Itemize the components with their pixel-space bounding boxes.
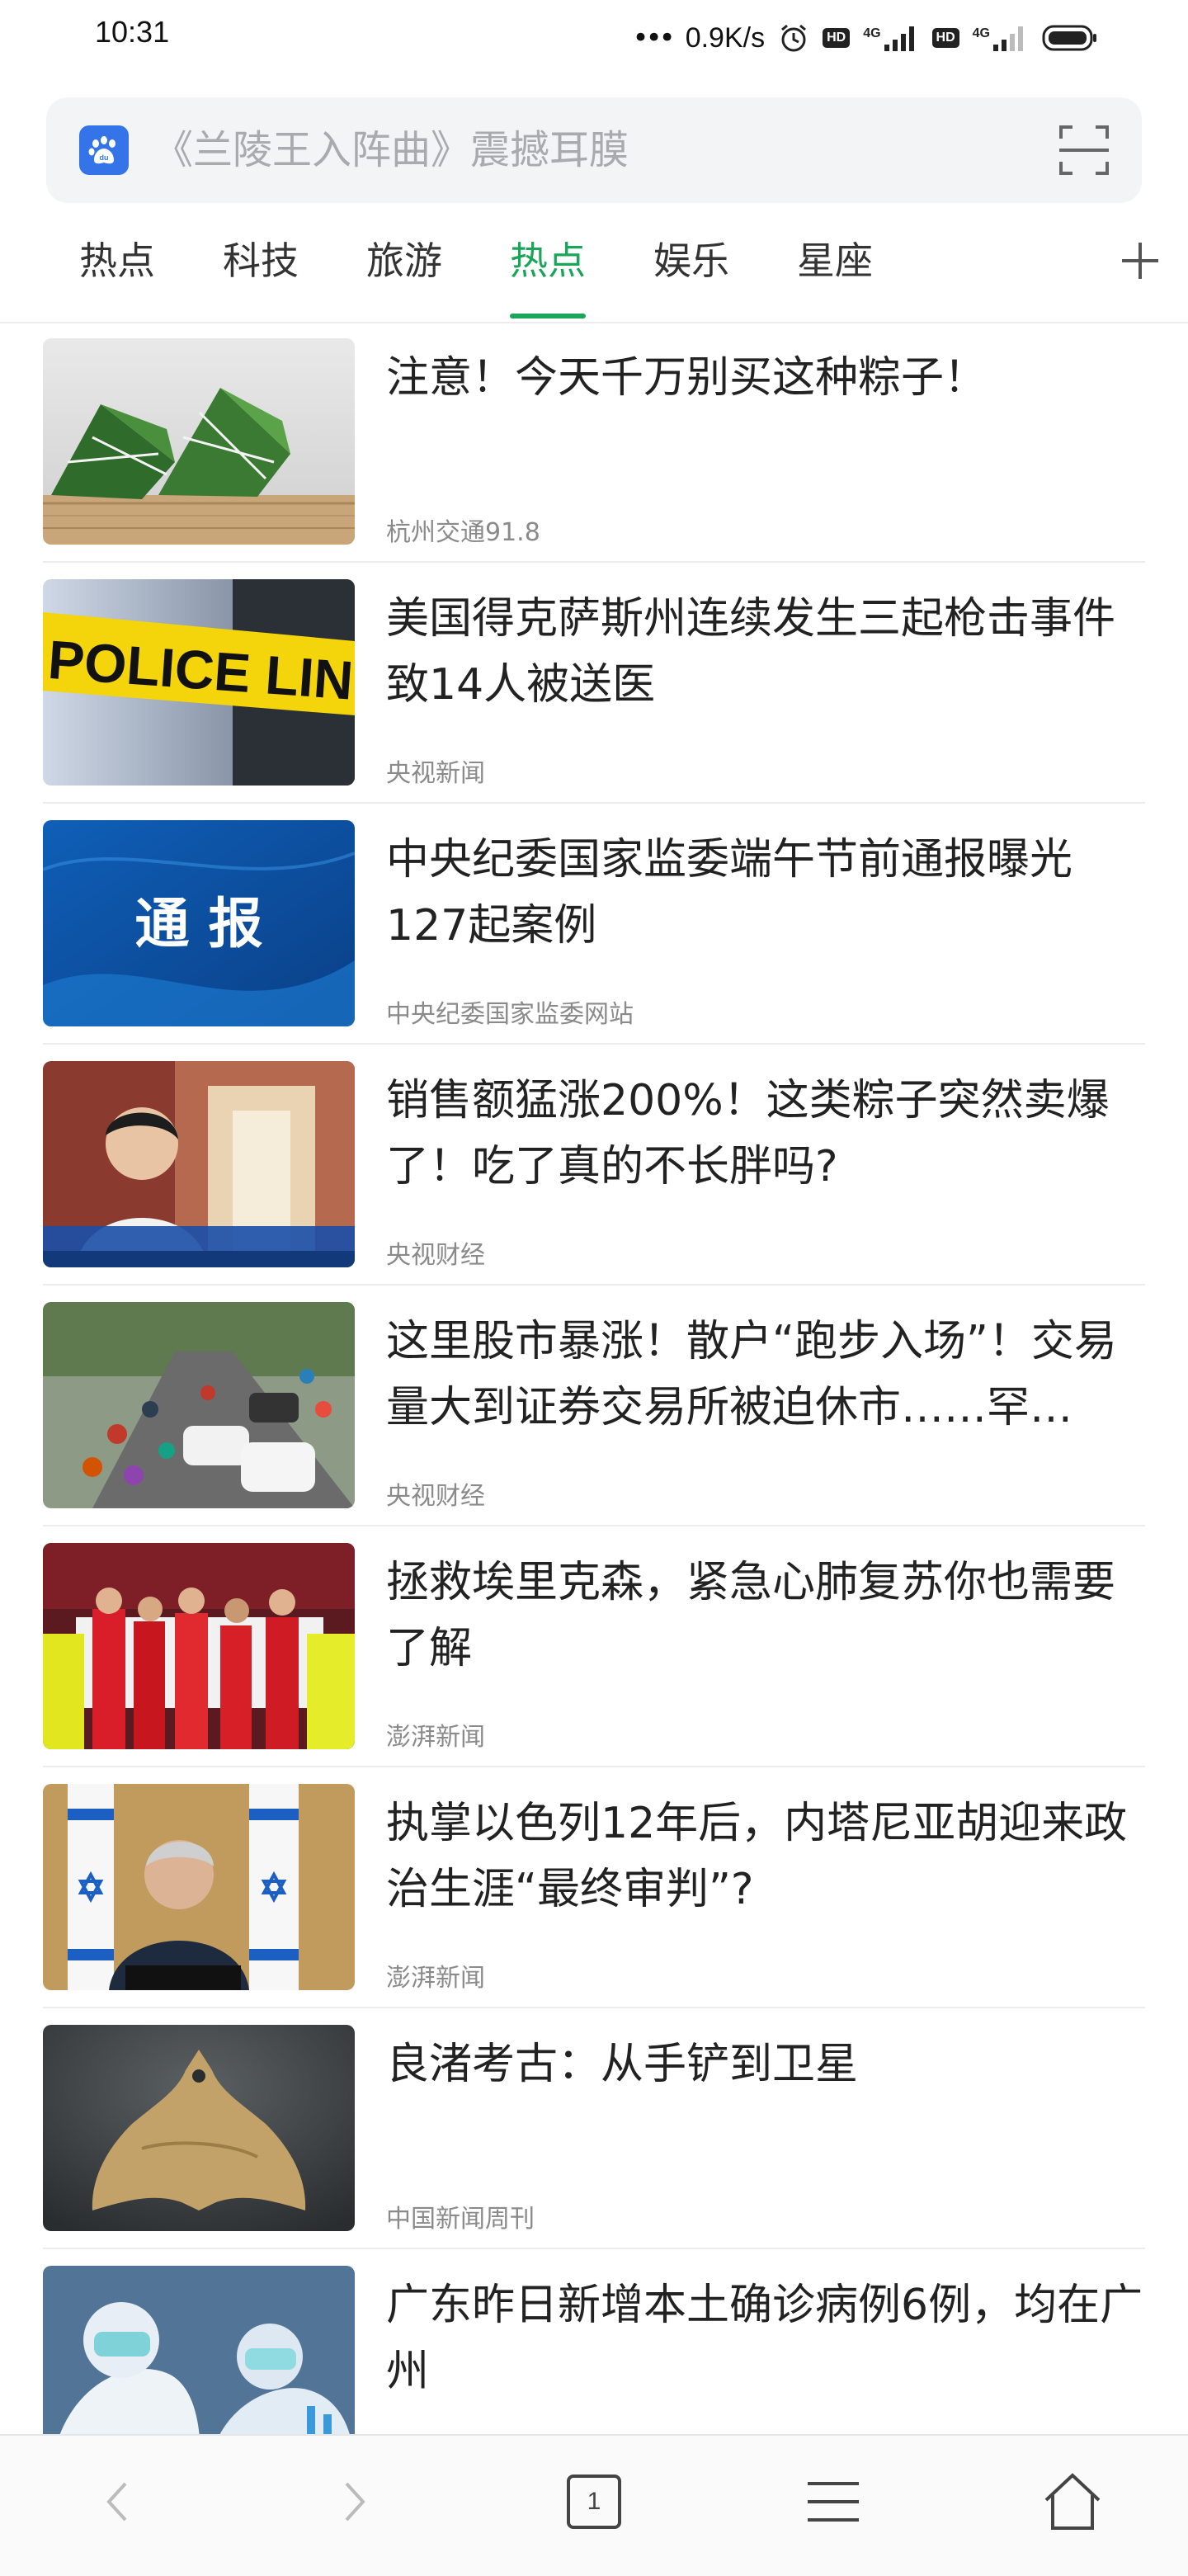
network-type: 4G	[863, 26, 881, 40]
status-icons: ••• 0.9K/s HD 4G HD 4G	[633, 15, 1099, 61]
news-source: 央视财经	[386, 1482, 485, 1511]
more-dots-icon: •••	[632, 21, 676, 54]
hd-icon: HD	[931, 28, 959, 48]
news-title[interactable]: 中央纪委国家监委端午节前通报曝光127起案例	[386, 827, 1145, 959]
scan-icon[interactable]	[1058, 124, 1110, 177]
news-title[interactable]: 销售额猛涨200%！这类粽子突然卖爆了！吃了真的不长胖吗?	[386, 1068, 1145, 1200]
news-title[interactable]: 美国得克萨斯州连续发生三起枪击事件 致14人被送医	[386, 586, 1145, 718]
news-thumbnail[interactable]	[43, 1061, 355, 1267]
tab-hot[interactable]: 热点	[79, 234, 155, 287]
tab-horoscope[interactable]: 星座	[797, 234, 873, 287]
search-input[interactable]: 《兰陵王入阵曲》震撼耳膜	[153, 120, 629, 180]
menu-icon[interactable]	[792, 2460, 874, 2543]
news-title[interactable]: 这里股市暴涨！散户“跑步入场”！交易量大到证券交易所被迫休市……罕…	[386, 1309, 1145, 1441]
tab-count: 1	[587, 2488, 601, 2515]
tab-entertainment[interactable]: 娱乐	[653, 234, 729, 287]
bottom-nav: 1	[0, 2434, 1188, 2576]
news-source: 澎湃新闻	[386, 1723, 485, 1752]
search-bar[interactable]: du 《兰陵王入阵曲》震撼耳膜	[46, 97, 1142, 203]
plus-icon[interactable]	[1117, 238, 1163, 284]
news-item[interactable]: 销售额猛涨200%！这类粽子突然卖爆了！吃了真的不长胖吗? 央视财经	[43, 1045, 1145, 1286]
news-item[interactable]: 这里股市暴涨！散户“跑步入场”！交易量大到证券交易所被迫休市……罕… 央视财经	[43, 1286, 1145, 1526]
news-source: 澎湃新闻	[386, 1964, 485, 1993]
news-thumbnail[interactable]	[43, 1784, 355, 1990]
news-source: 中央纪委国家监委网站	[386, 1000, 634, 1029]
news-thumbnail[interactable]	[43, 2025, 355, 2231]
news-item[interactable]: 执掌以色列12年后，内塔尼亚胡迎来政治生涯“最终审判”? 澎湃新闻	[43, 1767, 1145, 2008]
tab-tech[interactable]: 科技	[223, 234, 299, 287]
tabs-icon[interactable]: 1	[553, 2460, 635, 2543]
alarm-icon	[778, 22, 809, 54]
news-title[interactable]: 执掌以色列12年后，内塔尼亚胡迎来政治生涯“最终审判”?	[386, 1790, 1145, 1923]
news-source: 中国新闻周刊	[386, 2205, 535, 2234]
news-source: 杭州交通91.8	[386, 518, 540, 547]
signal-icon: 4G	[973, 23, 1028, 53]
category-tabs: 热点 科技 旅游 热点 娱乐 星座	[0, 216, 1188, 323]
signal-icon: 4G	[863, 23, 918, 53]
news-thumbnail[interactable]: 通 报	[43, 820, 355, 1026]
tab-hot-active[interactable]: 热点	[510, 234, 586, 287]
baidu-paw-icon[interactable]: du	[79, 125, 129, 175]
news-item[interactable]: 注意！今天千万别买这种粽子！ 杭州交通91.8	[43, 322, 1145, 563]
tab-travel[interactable]: 旅游	[366, 234, 442, 287]
svg-text:du: du	[100, 153, 109, 162]
news-thumbnail[interactable]	[43, 1302, 355, 1508]
news-thumbnail[interactable]	[43, 1543, 355, 1749]
news-item[interactable]: 良渚考古：从手铲到卫星 中国新闻周刊	[43, 2008, 1145, 2249]
news-title[interactable]: 注意！今天千万别买这种粽子！	[386, 345, 1145, 411]
news-thumbnail[interactable]: POLICE LINE DO	[43, 579, 355, 786]
thumb-text: 通 报	[135, 892, 263, 955]
forward-icon[interactable]	[314, 2460, 396, 2543]
network-type: 4G	[972, 26, 990, 40]
news-source: 央视财经	[386, 1241, 485, 1270]
news-title[interactable]: 广东昨日新增本土确诊病例6例，均在广州	[386, 2272, 1145, 2404]
news-item[interactable]: 拯救埃里克森，紧急心肺复苏你也需要了解 澎湃新闻	[43, 1526, 1145, 1767]
battery-icon	[1041, 23, 1099, 53]
news-thumbnail[interactable]	[43, 338, 355, 545]
news-title[interactable]: 良渚考古：从手铲到卫星	[386, 2031, 1145, 2097]
news-title[interactable]: 拯救埃里克森，紧急心肺复苏你也需要了解	[386, 1550, 1145, 1682]
active-tab-indicator	[510, 314, 586, 318]
news-item[interactable]: 通 报 中央纪委国家监委端午节前通报曝光127起案例 中央纪委国家监委网站	[43, 804, 1145, 1045]
news-item[interactable]: POLICE LINE DO 美国得克萨斯州连续发生三起枪击事件 致14人被送医…	[43, 563, 1145, 804]
hd-icon: HD	[823, 28, 851, 48]
status-bar: 10:31 ••• 0.9K/s HD 4G HD 4G	[0, 0, 1188, 76]
home-icon[interactable]	[1031, 2460, 1114, 2543]
back-icon[interactable]	[76, 2460, 158, 2543]
net-speed: 0.9K/s	[685, 21, 766, 54]
status-time: 10:31	[95, 15, 170, 49]
news-source: 央视新闻	[386, 759, 485, 788]
